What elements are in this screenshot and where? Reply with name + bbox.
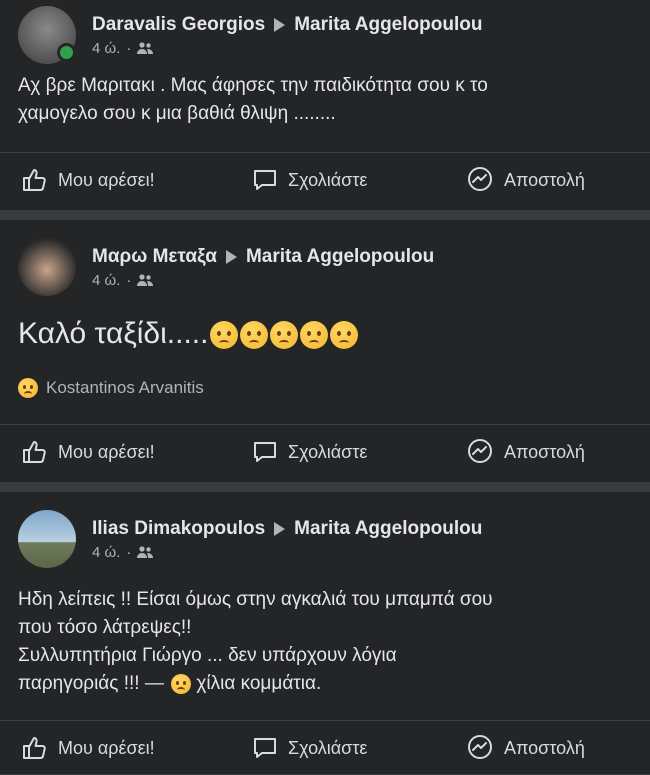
post-header: Daravalis Georgios Marita Aggelopoulou 4… <box>18 0 482 70</box>
comment-label: Σχολιάστε <box>288 737 368 758</box>
send-button[interactable]: Αποστολή <box>466 734 585 762</box>
action-bar: Μου αρέσει! Σχολιάστε Αποστολή <box>0 720 650 775</box>
like-button[interactable]: Μου αρέσει! <box>22 168 155 192</box>
post-card: Ilias Dimakopoulos Marita Aggelopoulou 4… <box>0 492 650 774</box>
comment-label: Σχολιάστε <box>288 441 368 462</box>
post-card: Daravalis Georgios Marita Aggelopoulou 4… <box>0 0 650 210</box>
target-name[interactable]: Marita Aggelopoulou <box>294 14 482 36</box>
sad-emoji-icon <box>210 321 239 350</box>
send-button[interactable]: Αποστολή <box>466 438 585 466</box>
sad-emoji-icon <box>18 378 38 398</box>
post-card: Μαρω Μεταξα Marita Aggelopoulou 4 ώ. · Κ… <box>0 220 650 482</box>
author-name[interactable]: Ilias Dimakopoulos <box>92 518 265 540</box>
big-text: Καλό ταξίδι..... <box>18 317 209 350</box>
like-icon <box>23 169 46 191</box>
reaction-user: Kostantinos Arvanitis <box>46 378 204 397</box>
post-header: Μαρω Μεταξα Marita Aggelopoulou 4 ώ. · <box>18 232 434 302</box>
friends-icon <box>137 42 154 54</box>
post-header: Ilias Dimakopoulos Marita Aggelopoulou 4… <box>18 504 482 574</box>
comment-button[interactable]: Σχολιάστε <box>252 736 367 760</box>
target-name[interactable]: Marita Aggelopoulou <box>294 518 482 540</box>
triangle-arrow-icon <box>274 17 286 32</box>
sad-emoji-icon <box>240 321 269 350</box>
author-name[interactable]: Μαρω Μεταξα <box>92 246 217 268</box>
post-time[interactable]: 4 ώ. <box>92 40 120 57</box>
like-icon <box>23 737 46 759</box>
meta-dot: · <box>126 271 132 289</box>
avatar[interactable] <box>18 238 76 296</box>
sad-emoji-icon <box>300 321 329 350</box>
post-time[interactable]: 4 ώ. <box>92 272 120 289</box>
post-text: Ηδη λείπεις !! Είσαι όμως στην αγκαλιά τ… <box>18 586 632 698</box>
triangle-arrow-icon <box>225 249 237 264</box>
like-icon <box>23 441 46 463</box>
text-line: παρηγοριάς !!! — χίλια κομμάτια. <box>18 670 632 698</box>
text-fragment: χίλια κομμάτια. <box>196 673 322 694</box>
online-status-dot <box>57 43 76 62</box>
like-label: Μου αρέσει! <box>58 441 155 462</box>
messenger-icon <box>468 439 492 463</box>
comment-icon <box>254 170 276 190</box>
friends-icon <box>137 546 154 558</box>
meta-dot: · <box>126 543 132 561</box>
comment-icon <box>254 738 276 758</box>
comment-icon <box>254 442 276 462</box>
triangle-arrow-icon <box>274 521 286 536</box>
friends-icon <box>137 274 154 286</box>
sad-emoji-icon <box>171 673 192 694</box>
post-time[interactable]: 4 ώ. <box>92 544 120 561</box>
meta-dot: · <box>126 39 132 57</box>
target-name[interactable]: Marita Aggelopoulou <box>246 246 434 268</box>
action-bar: Μου αρέσει! Σχολιάστε Αποστολή <box>0 152 650 207</box>
like-button[interactable]: Μου αρέσει! <box>22 440 155 464</box>
post-text: Καλό ταξίδι..... <box>18 316 632 352</box>
action-bar: Μου αρέσει! Σχολιάστε Αποστολή <box>0 424 650 479</box>
send-button[interactable]: Αποστολή <box>466 166 585 194</box>
text-line: Ηδη λείπεις !! Είσαι όμως στην αγκαλιά τ… <box>18 589 493 610</box>
avatar[interactable] <box>18 510 76 568</box>
messenger-icon <box>468 735 492 759</box>
send-label: Αποστολή <box>504 441 585 462</box>
comment-feed: Daravalis Georgios Marita Aggelopoulou 4… <box>0 0 650 774</box>
send-label: Αποστολή <box>504 169 585 190</box>
like-button[interactable]: Μου αρέσει! <box>22 736 155 760</box>
messenger-icon <box>468 167 492 191</box>
like-label: Μου αρέσει! <box>58 169 155 190</box>
like-label: Μου αρέσει! <box>58 737 155 758</box>
text-line: Αχ βρε Μαριτακι . Μας άφησες την παιδικό… <box>18 75 488 96</box>
sad-emoji-icon <box>270 321 299 350</box>
text-fragment: παρηγοριάς !!! — <box>18 673 164 694</box>
send-label: Αποστολή <box>504 737 585 758</box>
comment-label: Σχολιάστε <box>288 169 368 190</box>
text-line: Συλλυπητήρια Γιώργο ... δεν υπάρχουν λόγ… <box>18 645 397 666</box>
author-name[interactable]: Daravalis Georgios <box>92 14 265 36</box>
text-line: χαμογελο σου κ μια βαθιά θλιψη ........ <box>18 103 336 124</box>
text-line: που τόσο λάτρεψες!! <box>18 617 192 638</box>
comment-button[interactable]: Σχολιάστε <box>252 168 367 192</box>
post-text: Αχ βρε Μαριτακι . Μας άφησες την παιδικό… <box>18 72 632 128</box>
sad-emoji-icon <box>330 321 359 350</box>
reaction-row[interactable]: Kostantinos Arvanitis <box>18 378 204 398</box>
comment-button[interactable]: Σχολιάστε <box>252 440 367 464</box>
avatar[interactable] <box>18 6 76 64</box>
